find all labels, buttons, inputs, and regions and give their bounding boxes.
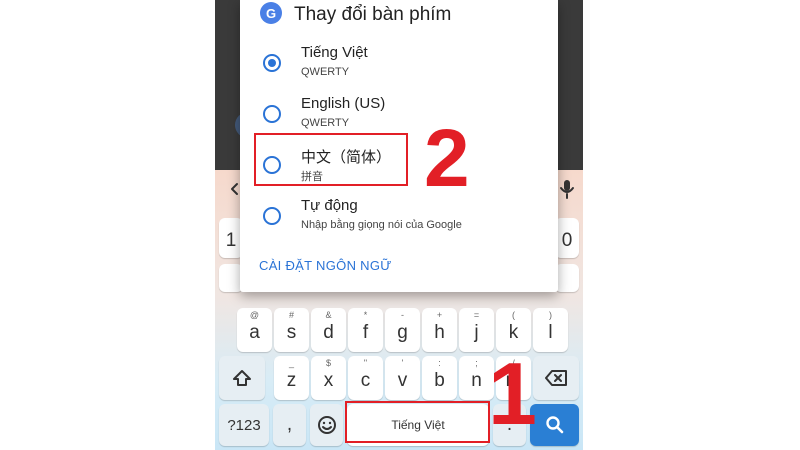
search-key[interactable] bbox=[530, 404, 579, 446]
backspace-icon bbox=[545, 370, 567, 386]
radio-button[interactable] bbox=[263, 105, 281, 123]
key-h[interactable]: + h bbox=[422, 308, 457, 352]
option-layout: QWERTY bbox=[301, 117, 350, 129]
shift-key[interactable] bbox=[219, 356, 265, 400]
key-0[interactable]: 0 bbox=[555, 218, 579, 258]
option-name: Tiếng Việt bbox=[301, 44, 368, 61]
key-s[interactable]: # s bbox=[274, 308, 309, 352]
option-name: English (US) bbox=[301, 95, 386, 112]
step-number-2: 2 bbox=[424, 113, 470, 204]
key-b[interactable]: :b bbox=[422, 356, 457, 400]
highlight-box-chinese-option bbox=[254, 133, 408, 186]
emoji-key[interactable] bbox=[310, 404, 343, 446]
highlight-box-space-key bbox=[345, 401, 490, 443]
screenshot-stage: 1 0 @ a # s & d * f -g + h = j (k ) l _ z $ x " c … bbox=[0, 0, 800, 450]
mic-icon[interactable] bbox=[555, 176, 579, 202]
option-layout: QWERTY bbox=[301, 66, 350, 78]
option-auto-voice[interactable]: Tự động Nhập bằng giọng nói của Google bbox=[240, 197, 558, 247]
radio-button[interactable] bbox=[263, 207, 281, 225]
key-d[interactable]: & d bbox=[311, 308, 346, 352]
key-x[interactable]: $ x bbox=[311, 356, 346, 400]
comma-key[interactable]: , bbox=[273, 404, 306, 446]
dialog-title: Thay đổi bàn phím bbox=[294, 4, 452, 25]
key-z[interactable]: _ z bbox=[274, 356, 309, 400]
key-f[interactable]: * f bbox=[348, 308, 383, 352]
option-name: Tự động bbox=[301, 197, 358, 214]
language-settings-link[interactable]: CÀI ĐẶT NGÔN NGỮ bbox=[259, 258, 392, 273]
key-v[interactable]: ' v bbox=[385, 356, 420, 400]
emoji-icon bbox=[317, 416, 336, 434]
option-tieng-viet[interactable]: Tiếng Việt QWERTY bbox=[240, 44, 558, 94]
shift-arrow-icon bbox=[233, 370, 251, 386]
key-p-partial[interactable] bbox=[555, 264, 579, 292]
gboard-logo-icon: G bbox=[260, 2, 282, 24]
key-a[interactable]: @ a bbox=[237, 308, 272, 352]
key-g[interactable]: -g bbox=[385, 308, 420, 352]
option-layout: Nhập bằng giọng nói của Google bbox=[301, 219, 462, 231]
backspace-key[interactable] bbox=[533, 356, 579, 400]
radio-button-checked[interactable] bbox=[263, 54, 281, 72]
search-icon bbox=[545, 416, 563, 434]
symbols-key[interactable]: ?123 bbox=[219, 404, 269, 446]
step-number-1: 1 bbox=[488, 344, 537, 443]
key-l[interactable]: ) l bbox=[533, 308, 568, 352]
key-c[interactable]: " c bbox=[348, 356, 383, 400]
